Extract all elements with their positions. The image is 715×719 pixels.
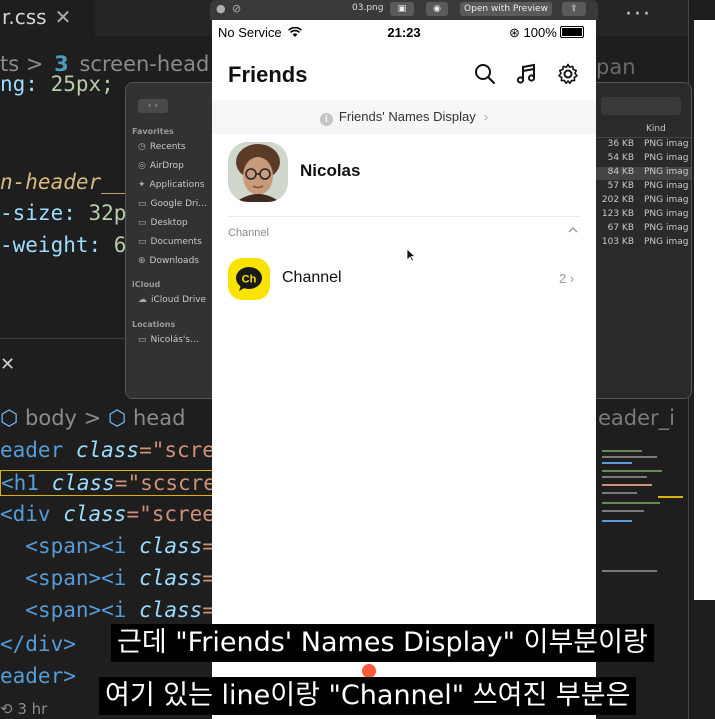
subtitle-line-1: 근데 "Friends' Names Display" 이부분이랑 — [111, 624, 654, 662]
status-bar-time: ⟲ 3 hr — [0, 700, 48, 718]
svg-text:Ch: Ch — [242, 274, 257, 286]
sidebar-heading: Locations — [132, 320, 176, 329]
sidebar-item-google-drive[interactable]: ▭ Google Dri... — [138, 199, 207, 209]
element-icon: ⬡ — [0, 406, 19, 430]
file-row[interactable]: 54 KB PNG imag — [596, 153, 691, 166]
minimap[interactable] — [598, 440, 688, 600]
phone-screen: No Service 21:23 ⊛ 100% Friends i Friends… — [212, 20, 596, 719]
code-line: n-header__ — [0, 170, 127, 194]
code-line: <span><i class= — [25, 534, 215, 558]
window-filename: 03.png — [352, 3, 384, 13]
code-line: ng: 25px; — [0, 72, 114, 96]
clock-icon: ◷ — [138, 142, 146, 152]
orientation-lock-icon: ⊛ — [509, 25, 520, 40]
panel-close-icon[interactable]: ✕ — [0, 354, 15, 375]
documents-icon: ▭ — [138, 237, 147, 247]
second-simulator-peek — [694, 20, 715, 600]
file-row[interactable]: 57 KB PNG imag — [596, 181, 691, 194]
breadcrumb-separator: > — [83, 406, 102, 430]
code-line: eader> — [0, 664, 76, 688]
sidebar-item-desktop[interactable]: ▭ Desktop — [138, 218, 188, 228]
open-with-preview-button[interactable]: Open with Preview — [460, 2, 552, 16]
simulator-title-bar: ● ⊘ 03.png ▣ ◉ Open with Preview ⇪ — [210, 0, 598, 20]
code-line: <span><i class= — [25, 566, 215, 590]
file-row[interactable]: 67 KB PNG imag — [596, 223, 691, 236]
section-divider — [228, 216, 580, 217]
column-header-kind[interactable]: Kind — [596, 123, 691, 138]
search-icon[interactable] — [473, 62, 497, 86]
downloads-icon: ⊕ — [138, 256, 146, 266]
cloud-icon: ☁ — [138, 295, 147, 305]
code-line: </div> — [0, 632, 76, 656]
chevron-right-icon: › — [569, 271, 575, 286]
airdrop-icon: ◎ — [138, 161, 146, 171]
channel-icon[interactable]: Ch — [228, 258, 270, 300]
code-line: -weight: 6( — [0, 233, 140, 257]
channel-name[interactable]: Channel — [282, 269, 342, 287]
element-icon: ⬡ — [107, 406, 127, 430]
code-line: eader class="scre — [0, 438, 215, 462]
finder-back-forward[interactable]: ‹ › — [138, 99, 168, 113]
chevron-up-icon[interactable] — [566, 223, 580, 237]
breadcrumb-segment[interactable]: body — [25, 406, 77, 430]
breadcrumb-segment[interactable]: head — [133, 406, 185, 430]
sidebar-item-icloud-drive[interactable]: ☁ iCloud Drive — [138, 295, 206, 305]
disabled-icon[interactable]: ⊘ — [232, 2, 241, 15]
desktop-icon: ▭ — [138, 218, 147, 228]
file-row[interactable]: 36 KB PNG imag — [596, 139, 691, 152]
close-icon[interactable]: ● — [216, 2, 226, 15]
chevron-right-icon: › — [483, 109, 489, 124]
code-line: <span><i class= — [25, 598, 215, 622]
finder-search-field[interactable] — [601, 97, 681, 115]
channel-count[interactable]: 2 › — [559, 271, 574, 286]
right-editor-breadcrumb: eader_i — [598, 406, 676, 430]
html-breadcrumb: ⬡ body > ⬡ head — [0, 406, 185, 430]
tab-filename: r.css — [2, 5, 47, 29]
banner-text: Friends' Names Display — [338, 109, 476, 124]
file-row[interactable]: 123 KB PNG imag — [596, 209, 691, 222]
section-label: Channel — [228, 227, 269, 239]
gear-icon[interactable] — [556, 62, 580, 86]
friends-names-display-banner[interactable]: i Friends' Names Display › — [212, 100, 596, 134]
history-icon: ⟲ — [0, 700, 13, 718]
file-row[interactable]: 103 KB PNG imag — [596, 237, 691, 250]
info-icon: i — [319, 113, 333, 126]
chat-bubble-icon: Ch — [236, 267, 262, 291]
page-title: Friends — [228, 62, 308, 87]
code-line-highlighted: <h1 class="scscre — [0, 470, 217, 496]
lock-icon[interactable]: ▣ — [390, 2, 414, 16]
file-row[interactable]: 202 KB PNG imag — [596, 195, 691, 208]
profile-name[interactable]: Nicolas — [300, 161, 360, 181]
sidebar-item-documents[interactable]: ▭ Documents — [138, 237, 202, 247]
mouse-cursor-icon — [406, 248, 416, 262]
share-icon[interactable]: ⇪ — [562, 2, 586, 16]
profile-photo — [228, 142, 288, 202]
battery-status: ⊛ 100% — [509, 25, 584, 41]
person-icon[interactable]: ◉ — [426, 2, 448, 16]
tab-css-file[interactable]: r.css ✕ — [0, 0, 95, 36]
battery-icon — [559, 26, 584, 38]
file-icon: ▭ — [138, 199, 147, 209]
code-line: <div class="scree — [0, 502, 215, 526]
avatar[interactable] — [228, 142, 288, 202]
notification-badge — [362, 664, 376, 678]
more-actions-icon[interactable]: ··· — [625, 2, 652, 27]
applications-icon: ✦ — [138, 180, 146, 190]
tab-close-icon[interactable]: ✕ — [55, 5, 72, 29]
sidebar-item-downloads[interactable]: ⊕ Downloads — [138, 256, 199, 266]
sidebar-heading: Favorites — [132, 127, 174, 136]
sidebar-item-applications[interactable]: ✦ Applications — [138, 180, 205, 190]
sidebar-heading: iCloud — [132, 280, 161, 289]
subtitle-line-2: 여기 있는 line이랑 "Channel" 쓰여진 부분은 — [99, 677, 637, 715]
status-bar: No Service 21:23 ⊛ 100% — [212, 20, 596, 44]
file-row-selected[interactable]: 84 KB PNG imag — [596, 167, 691, 180]
sidebar-item-airdrop[interactable]: ◎ AirDrop — [138, 161, 184, 171]
music-icon[interactable] — [514, 62, 538, 86]
sidebar-item-computer[interactable]: ▭ Nicolás's... — [138, 335, 199, 345]
code-line: -size: 32p — [0, 201, 127, 225]
right-editor-code: pan — [596, 55, 636, 79]
sidebar-item-recents[interactable]: ◷ Recents — [138, 142, 186, 152]
computer-icon: ▭ — [138, 335, 147, 345]
